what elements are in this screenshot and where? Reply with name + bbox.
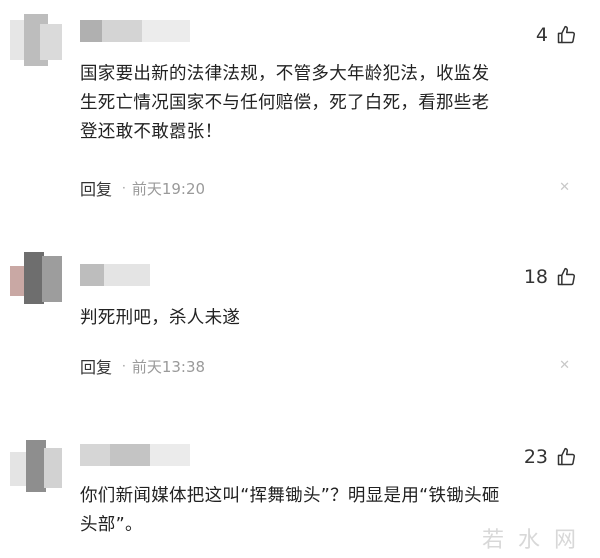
comment-meta: 回复 · 前天13:38 — [80, 354, 205, 378]
comment-text: 判死刑吧，杀人未遂 — [80, 308, 241, 328]
thumbs-up-icon — [557, 267, 576, 286]
comment-item: 18 判死刑吧，杀人未遂 回复 · 前天13:38 ✕ — [0, 236, 600, 420]
like-count: 23 — [523, 446, 548, 468]
like-count: 4 — [535, 24, 548, 46]
comment-text: 国家要出新的法律法规，不管多大年龄犯法，收监发 生死亡情况国家不与任何赔偿，死了… — [80, 64, 490, 142]
avatar[interactable] — [10, 14, 62, 66]
like-button[interactable]: 23 — [524, 446, 576, 468]
thumbs-up-icon — [557, 447, 576, 466]
close-icon[interactable]: ✕ — [559, 180, 570, 195]
comment-meta: 回复 · 前天19:20 — [80, 176, 205, 200]
like-count: 18 — [523, 266, 548, 288]
username-blurred[interactable] — [80, 20, 190, 42]
avatar[interactable] — [10, 440, 62, 492]
comment-list: 4 国家要出新的法律法规，不管多大年龄犯法，收监发 生死亡情况国家不与任何赔偿，… — [0, 0, 600, 558]
like-button[interactable]: 18 — [524, 266, 576, 288]
watermark: 若水网 — [481, 528, 590, 553]
reply-button[interactable]: 回复 — [80, 354, 112, 378]
separator-dot: · — [122, 359, 126, 373]
separator-dot: · — [122, 181, 126, 195]
thumbs-up-icon — [557, 25, 576, 44]
comment-item: 4 国家要出新的法律法规，不管多大年龄犯法，收监发 生死亡情况国家不与任何赔偿，… — [0, 0, 600, 236]
reply-button[interactable]: 回复 — [80, 176, 112, 200]
avatar[interactable] — [10, 252, 62, 304]
username-blurred[interactable] — [80, 444, 190, 466]
timestamp: 前天13:38 — [131, 357, 206, 376]
username-blurred[interactable] — [80, 264, 150, 286]
timestamp: 前天19:20 — [131, 179, 206, 198]
close-icon[interactable]: ✕ — [559, 358, 570, 373]
like-button[interactable]: 4 — [536, 24, 576, 46]
